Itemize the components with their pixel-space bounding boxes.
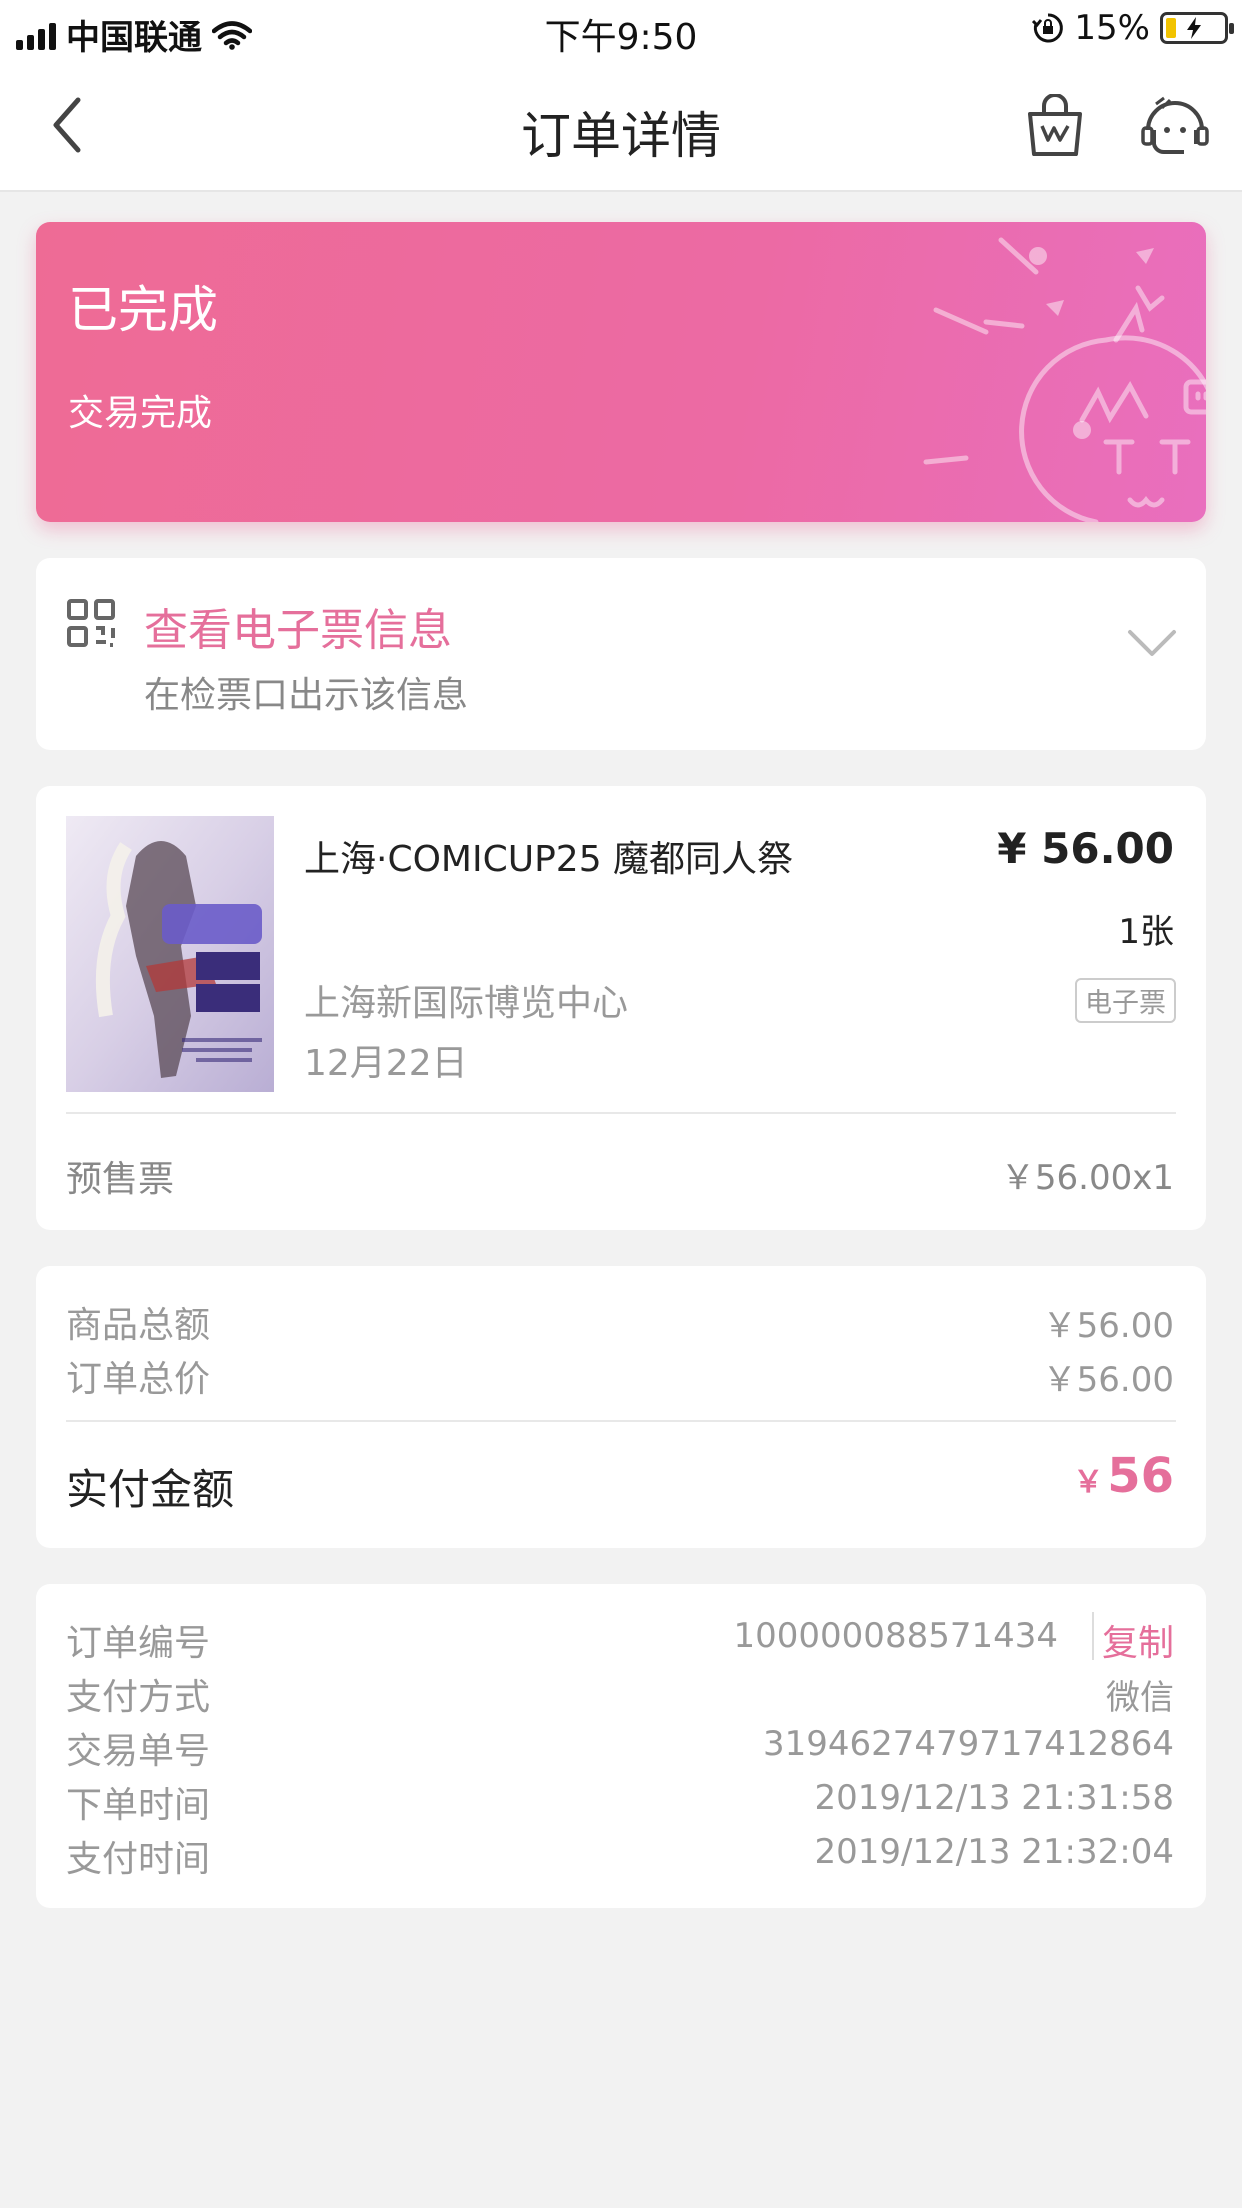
orientation-lock-icon	[1032, 13, 1064, 43]
eticket-subtitle: 在检票口出示该信息	[144, 675, 469, 716]
paid-amount-value: 56	[1107, 1448, 1174, 1504]
payment-method: 微信	[1106, 1678, 1174, 1718]
goods-total-label: 商品总额	[66, 1305, 211, 1346]
order-status-title: 已完成	[68, 281, 218, 339]
payment-method-label: 支付方式	[66, 1677, 211, 1718]
ticket-type-label: 预售票	[66, 1159, 175, 1200]
status-right: 15%	[1032, 8, 1234, 48]
event-date: 12月22日	[304, 1043, 468, 1084]
eticket-title: 查看电子票信息	[144, 605, 452, 656]
order-total-label: 订单总价	[66, 1359, 211, 1400]
paid-amount-label: 实付金额	[66, 1465, 235, 1514]
trade-number-label: 交易单号	[66, 1731, 211, 1772]
event-venue: 上海新国际博览中心	[304, 983, 629, 1024]
eticket-card[interactable]: 查看电子票信息 在检票口出示该信息	[36, 558, 1206, 750]
paid-currency: ￥	[1073, 1465, 1104, 1500]
qr-code-icon	[67, 599, 115, 647]
copy-button[interactable]: 复制	[1102, 1614, 1174, 1666]
event-poster-image[interactable]	[66, 816, 274, 1092]
mascot-decoration-icon	[923, 237, 1206, 522]
eticket-badge: 电子票	[1075, 978, 1176, 1023]
order-number-label: 订单编号	[66, 1623, 211, 1664]
chevron-down-icon[interactable]	[1126, 626, 1178, 662]
customer-service-icon[interactable]	[1140, 94, 1210, 160]
order-time: 2019/12/13 21:31:58	[814, 1778, 1174, 1818]
nav-bar: 订单详情	[0, 60, 1242, 192]
payment-time: 2019/12/13 21:32:04	[814, 1832, 1174, 1872]
item-price: ¥ 56.00	[997, 824, 1174, 873]
battery-icon	[1160, 12, 1234, 44]
trade-number: 3194627479717412864	[762, 1724, 1174, 1764]
copy-separator	[1092, 1612, 1094, 1660]
price-summary-card: 商品总额 ￥56.00 订单总价 ￥56.00 实付金额 ￥56	[36, 1266, 1206, 1548]
goods-total-value: ￥56.00	[1042, 1306, 1174, 1346]
order-info-card: 订单编号 100000088571434 复制 支付方式 微信 交易单号 319…	[36, 1584, 1206, 1908]
shopping-bag-icon[interactable]	[1020, 94, 1090, 160]
payment-time-label: 支付时间	[66, 1839, 211, 1880]
event-name: 上海·COMICUP25 魔都同人祭	[304, 839, 794, 880]
order-item-card: 上海·COMICUP25 魔都同人祭 ¥ 56.00 1张 上海新国际博览中心 …	[36, 786, 1206, 1230]
battery-percent: 15%	[1074, 8, 1150, 48]
divider	[66, 1112, 1176, 1114]
order-total-value: ￥56.00	[1042, 1360, 1174, 1400]
ticket-type-price: ￥56.00x1	[1000, 1158, 1174, 1198]
order-status-banner: 已完成 交易完成	[36, 222, 1206, 522]
item-quantity: 1张	[1118, 912, 1174, 952]
divider	[66, 1420, 1176, 1422]
order-status-subtitle: 交易完成	[68, 393, 213, 434]
order-number: 100000088571434	[733, 1616, 1058, 1656]
order-time-label: 下单时间	[66, 1785, 211, 1826]
status-bar: 中国联通 下午9:50 15%	[0, 0, 1242, 60]
paid-amount: ￥56	[1073, 1448, 1174, 1504]
